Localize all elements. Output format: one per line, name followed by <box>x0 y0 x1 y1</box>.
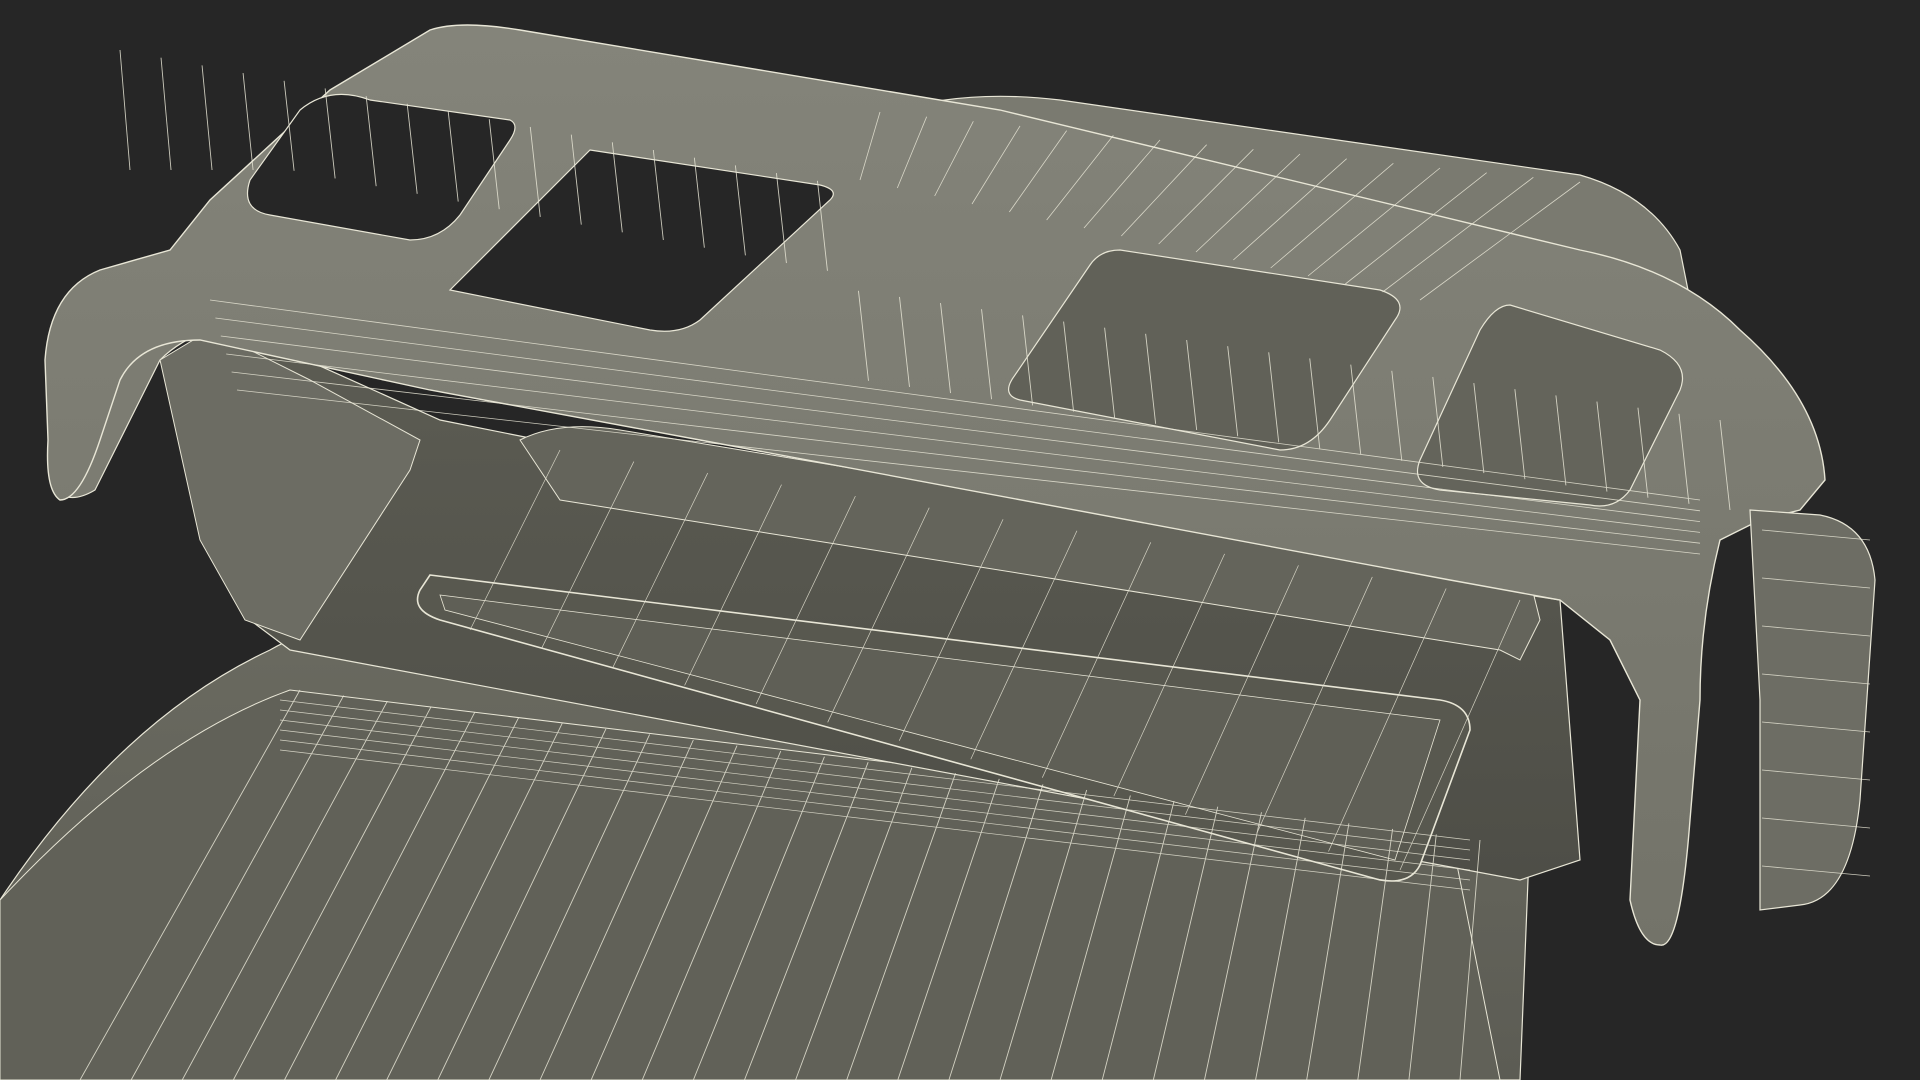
wireframe-render-viewport <box>0 0 1920 1080</box>
